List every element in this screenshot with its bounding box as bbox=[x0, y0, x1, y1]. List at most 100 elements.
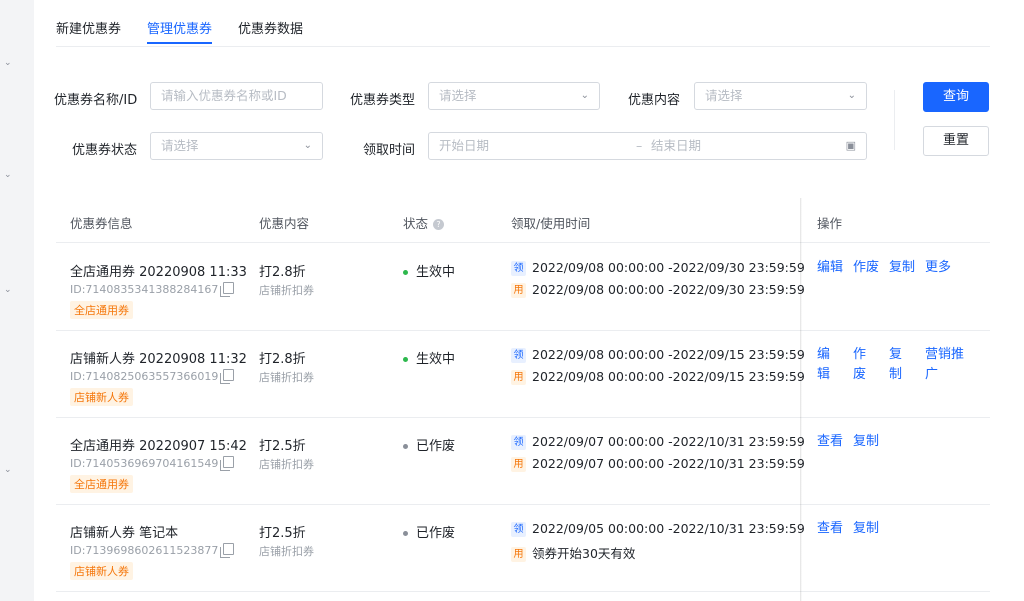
copy-link[interactable]: 复制 bbox=[889, 345, 903, 385]
discount-type: 店铺折扣券 bbox=[259, 458, 314, 471]
coupon-status-label: 优惠券状态 bbox=[72, 143, 138, 158]
search-button[interactable]: 查询 bbox=[923, 82, 989, 112]
table-row: 店铺新人券 20220908 11:32 ID:7140825063557366… bbox=[56, 330, 990, 418]
coupon-tag: 店铺新人券 bbox=[70, 388, 133, 406]
coupon-content-placeholder: 请选择 bbox=[705, 88, 743, 103]
use-time-text: 领券开始30天有效 bbox=[532, 546, 636, 561]
col-status-label: 状态 bbox=[403, 216, 429, 231]
use-time: 用 2022/09/08 00:00:00 -2022/09/15 23:59:5… bbox=[511, 369, 805, 385]
coupon-tag: 店铺新人券 bbox=[70, 562, 133, 580]
more-link[interactable]: 更多 bbox=[925, 258, 951, 278]
receive-badge: 领 bbox=[511, 522, 526, 537]
coupon-type-placeholder: 请选择 bbox=[439, 88, 477, 103]
coupon-tag: 全店通用券 bbox=[70, 475, 133, 493]
chevron-down-icon[interactable]: ⌄ bbox=[4, 465, 12, 475]
tab-create-coupon[interactable]: 新建优惠券 bbox=[56, 18, 121, 37]
chevron-down-icon: ⌄ bbox=[303, 140, 312, 151]
coupon-name-input[interactable]: 请输入优惠券名称或ID bbox=[150, 82, 323, 110]
help-icon[interactable]: ? bbox=[433, 219, 445, 230]
status-badge: 生效中 bbox=[403, 261, 455, 280]
view-link[interactable]: 查看 bbox=[817, 519, 843, 539]
coupon-id-text: ID:7140536969704161549 bbox=[70, 457, 219, 470]
chevron-down-icon: ⌄ bbox=[580, 90, 589, 101]
discount-type: 店铺折扣券 bbox=[259, 545, 314, 558]
receive-time: 领 2022/09/07 00:00:00 -2022/10/31 23:59:5… bbox=[511, 434, 805, 450]
marketing-promo-link[interactable]: 营销推广 bbox=[925, 345, 967, 385]
receive-time: 领 2022/09/08 00:00:00 -2022/09/15 23:59:5… bbox=[511, 347, 805, 363]
fixed-column-shadow bbox=[800, 198, 802, 601]
col-status: 状态? bbox=[403, 213, 445, 232]
status-text: 生效中 bbox=[416, 265, 456, 280]
col-actions: 操作 bbox=[817, 216, 843, 231]
tab-manage-coupon[interactable]: 管理优惠券 bbox=[147, 18, 213, 44]
coupon-panel: 新建优惠券 管理优惠券 优惠券数据 优惠券名称/ID 请输入优惠券名称或ID 优… bbox=[34, 0, 1024, 601]
void-link[interactable]: 作废 bbox=[853, 258, 879, 278]
status-badge: 生效中 bbox=[403, 348, 455, 367]
chevron-down-icon[interactable]: ⌄ bbox=[4, 58, 12, 68]
view-link[interactable]: 查看 bbox=[817, 432, 843, 452]
coupon-id-text: ID:7140825063557366019 bbox=[70, 370, 219, 383]
coupon-status-select[interactable]: 请选择 ⌄ bbox=[150, 132, 323, 160]
use-time-text: 2022/09/08 00:00:00 -2022/09/30 23:59:59 bbox=[532, 282, 805, 297]
status-text: 生效中 bbox=[416, 352, 456, 367]
left-nav-strip: ⌄ ⌄ ⌄ ⌄ bbox=[0, 0, 34, 601]
copy-icon[interactable] bbox=[220, 543, 235, 558]
edit-link[interactable]: 编辑 bbox=[817, 345, 831, 385]
status-dot bbox=[403, 531, 408, 536]
coupon-type-label: 优惠券类型 bbox=[350, 93, 416, 108]
receive-time-label: 领取时间 bbox=[363, 143, 416, 158]
use-badge: 用 bbox=[511, 370, 526, 385]
coupon-id: ID:7139698602611523877 bbox=[70, 543, 235, 558]
copy-link[interactable]: 复制 bbox=[889, 258, 915, 278]
receive-time: 领 2022/09/05 00:00:00 -2022/10/31 23:59:5… bbox=[511, 521, 805, 537]
coupon-type-select[interactable]: 请选择 ⌄ bbox=[428, 82, 600, 110]
start-date-placeholder: 开始日期 bbox=[439, 138, 490, 153]
coupon-name: 店铺新人券 20220908 11:32 bbox=[70, 352, 247, 367]
use-time-text: 2022/09/08 00:00:00 -2022/09/15 23:59:59 bbox=[532, 369, 805, 384]
discount-type: 店铺折扣券 bbox=[259, 284, 314, 297]
copy-icon[interactable] bbox=[220, 369, 235, 384]
coupon-id: ID:7140835341388284167 bbox=[70, 282, 235, 297]
coupon-name-placeholder: 请输入优惠券名称或ID bbox=[161, 88, 287, 103]
use-time-text: 2022/09/07 00:00:00 -2022/10/31 23:59:59 bbox=[532, 456, 805, 471]
coupon-status-placeholder: 请选择 bbox=[161, 138, 199, 153]
receive-time-text: 2022/09/08 00:00:00 -2022/09/15 23:59:59 bbox=[532, 347, 805, 362]
receive-badge: 领 bbox=[511, 348, 526, 363]
use-time: 用领券开始30天有效 bbox=[511, 543, 635, 562]
copy-icon[interactable] bbox=[220, 282, 235, 297]
end-date-placeholder: 结束日期 bbox=[651, 138, 702, 153]
col-time: 领取/使用时间 bbox=[511, 216, 591, 231]
range-separator: – bbox=[636, 138, 643, 153]
coupon-name-label: 优惠券名称/ID bbox=[54, 93, 138, 108]
coupon-content-select[interactable]: 请选择 ⌄ bbox=[694, 82, 867, 110]
coupon-id: ID:7140536969704161549 bbox=[70, 456, 235, 471]
coupon-content-label: 优惠内容 bbox=[628, 93, 681, 108]
status-dot bbox=[403, 270, 408, 275]
copy-link[interactable]: 复制 bbox=[853, 519, 879, 539]
receive-time-range[interactable]: 开始日期 – 结束日期 ▣ bbox=[428, 132, 867, 160]
chevron-down-icon[interactable]: ⌄ bbox=[4, 285, 12, 295]
reset-button[interactable]: 重置 bbox=[923, 126, 989, 156]
chevron-down-icon: ⌄ bbox=[847, 90, 856, 101]
status-badge: 已作废 bbox=[403, 435, 455, 454]
discount-value: 打2.8折 bbox=[259, 352, 306, 367]
receive-time: 领 2022/09/08 00:00:00 -2022/09/30 23:59:5… bbox=[511, 260, 805, 276]
coupon-tag: 全店通用券 bbox=[70, 301, 133, 319]
edit-link[interactable]: 编辑 bbox=[817, 258, 843, 278]
coupon-id-text: ID:7139698602611523877 bbox=[70, 544, 219, 557]
tab-coupon-data[interactable]: 优惠券数据 bbox=[238, 18, 303, 37]
receive-time-text: 2022/09/08 00:00:00 -2022/09/30 23:59:59 bbox=[532, 260, 805, 275]
status-text: 已作废 bbox=[416, 526, 456, 541]
coupon-name: 全店通用券 20220907 15:42 bbox=[70, 439, 247, 454]
col-content: 优惠内容 bbox=[259, 216, 310, 231]
status-text: 已作废 bbox=[416, 439, 456, 454]
coupon-name: 全店通用券 20220908 11:33 bbox=[70, 265, 247, 280]
table-row: 全店通用券 20220907 15:42 ID:7140536969704161… bbox=[56, 417, 990, 505]
discount-value: 打2.5折 bbox=[259, 526, 306, 541]
copy-icon[interactable] bbox=[220, 456, 235, 471]
chevron-down-icon[interactable]: ⌄ bbox=[4, 170, 12, 180]
void-link[interactable]: 作废 bbox=[853, 345, 867, 385]
copy-link[interactable]: 复制 bbox=[853, 432, 879, 452]
coupon-id-text: ID:7140835341388284167 bbox=[70, 283, 219, 296]
status-dot bbox=[403, 444, 408, 449]
